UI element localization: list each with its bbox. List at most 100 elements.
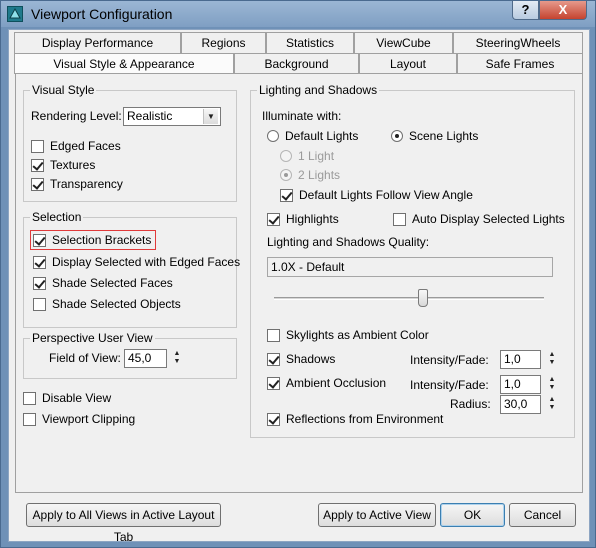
ao-intensity-input[interactable]: 1,0 bbox=[500, 375, 541, 394]
checkbox-box bbox=[33, 276, 46, 290]
lighting-quality-label: Lighting and Shadows Quality: bbox=[267, 235, 430, 249]
checkbox-box bbox=[33, 297, 46, 311]
checkbox-box bbox=[393, 212, 406, 226]
rendering-level-label: Rendering Level: bbox=[31, 109, 122, 123]
selection-group: Selection Selection Brackets Display Sel… bbox=[23, 210, 240, 328]
visual-style-panel: Visual Style Rendering Level: Realistic … bbox=[15, 73, 583, 493]
lighting-quality-value: 1.0X - Default bbox=[271, 260, 345, 274]
shade-selected-objects-checkbox[interactable]: Shade Selected Objects bbox=[33, 297, 181, 311]
field-of-view-label: Field of View: bbox=[49, 351, 121, 365]
radio-circle bbox=[267, 130, 279, 142]
checkbox-label: Display Selected with Edged Faces bbox=[52, 255, 241, 269]
tab-regions[interactable]: Regions bbox=[181, 32, 266, 53]
visual-style-group: Visual Style Rendering Level: Realistic … bbox=[23, 83, 237, 202]
display-selected-edged-faces-checkbox[interactable]: Display Selected with Edged Faces bbox=[33, 255, 240, 269]
default-lights-follow-view-angle-checkbox[interactable]: Default Lights Follow View Angle bbox=[280, 188, 473, 202]
help-button[interactable]: ? bbox=[512, 1, 539, 20]
checkbox-box bbox=[31, 177, 44, 191]
chevron-down-icon: ▼ bbox=[203, 109, 218, 124]
ao-intensity-label: Intensity/Fade: bbox=[410, 378, 489, 392]
group-legend: Perspective User View bbox=[30, 331, 155, 345]
checkbox-label: Shade Selected Objects bbox=[52, 297, 181, 311]
checkbox-label: Edged Faces bbox=[50, 139, 121, 153]
reflections-environment-checkbox[interactable]: Reflections from Environment bbox=[267, 412, 443, 426]
radio-circle bbox=[391, 130, 403, 142]
ao-radius-input[interactable]: 30,0 bbox=[500, 395, 541, 414]
shadows-intensity-input[interactable]: 1,0 bbox=[500, 350, 541, 369]
tab-safe-frames[interactable]: Safe Frames bbox=[457, 53, 583, 74]
checkbox-box bbox=[280, 188, 293, 202]
auto-display-selected-lights-checkbox[interactable]: Auto Display Selected Lights bbox=[393, 212, 565, 226]
shadows-checkbox[interactable]: Shadows bbox=[267, 352, 335, 366]
field-of-view-spinner[interactable]: ▲ ▼ bbox=[172, 350, 182, 367]
checkbox-label: Selection Brackets bbox=[52, 233, 152, 247]
checkbox-label: Viewport Clipping bbox=[42, 412, 136, 426]
help-icon: ? bbox=[521, 2, 530, 17]
apply-to-all-views-button[interactable]: Apply to All Views in Active Layout Tab bbox=[26, 503, 221, 544]
radio-circle bbox=[280, 150, 292, 162]
radio-label: Default Lights bbox=[285, 129, 359, 143]
checkbox-box bbox=[23, 412, 36, 426]
ao-radius-label: Radius: bbox=[450, 397, 491, 411]
tab-background[interactable]: Background bbox=[234, 53, 359, 74]
window-title: Viewport Configuration bbox=[31, 6, 173, 22]
lighting-quality-slider-thumb[interactable] bbox=[417, 289, 428, 307]
rendering-level-dropdown[interactable]: Realistic ▼ bbox=[123, 107, 221, 126]
textures-checkbox[interactable]: Textures bbox=[31, 158, 95, 172]
viewport-clipping-checkbox[interactable]: Viewport Clipping bbox=[23, 412, 135, 426]
title-bar[interactable]: Viewport Configuration ? X bbox=[1, 1, 595, 27]
default-lights-radio[interactable]: Default Lights bbox=[267, 129, 358, 143]
two-lights-radio[interactable]: 2 Lights bbox=[280, 168, 340, 182]
ao-radius-spinner[interactable]: ▲ ▼ bbox=[547, 396, 557, 413]
transparency-checkbox[interactable]: Transparency bbox=[31, 177, 123, 191]
close-icon: X bbox=[558, 2, 568, 17]
checkbox-box bbox=[267, 376, 280, 390]
group-legend: Selection bbox=[30, 210, 84, 224]
rendering-level-value: Realistic bbox=[127, 109, 173, 123]
apply-to-active-view-button[interactable]: Apply to Active View bbox=[318, 503, 436, 527]
lighting-quality-slider-track[interactable] bbox=[274, 297, 544, 300]
tab-viewcube[interactable]: ViewCube bbox=[354, 32, 453, 53]
disable-view-checkbox[interactable]: Disable View bbox=[23, 391, 111, 405]
ambient-occlusion-checkbox[interactable]: Ambient Occlusion bbox=[267, 376, 386, 390]
checkbox-box bbox=[31, 158, 44, 172]
radio-label: 1 Light bbox=[298, 149, 335, 163]
tab-statistics[interactable]: Statistics bbox=[266, 32, 354, 53]
checkbox-label: Transparency bbox=[50, 177, 123, 191]
radio-label: Scene Lights bbox=[409, 129, 479, 143]
checkbox-box bbox=[267, 352, 280, 366]
tab-steeringwheels[interactable]: SteeringWheels bbox=[453, 32, 583, 53]
viewport-configuration-dialog: Viewport Configuration ? X Display Perfo… bbox=[0, 0, 596, 548]
tab-visual-style-appearance[interactable]: Visual Style & Appearance bbox=[14, 53, 234, 74]
checkbox-box bbox=[267, 328, 280, 342]
group-legend: Visual Style bbox=[30, 83, 97, 97]
checkbox-label: Skylights as Ambient Color bbox=[286, 328, 429, 342]
shade-selected-faces-checkbox[interactable]: Shade Selected Faces bbox=[33, 276, 173, 290]
checkbox-box bbox=[23, 391, 36, 405]
checkbox-label: Shade Selected Faces bbox=[52, 276, 173, 290]
tab-display-performance[interactable]: Display Performance bbox=[14, 32, 181, 53]
checkbox-label: Highlights bbox=[286, 212, 339, 226]
lighting-shadows-group: Lighting and Shadows Illuminate with: De… bbox=[250, 83, 575, 438]
checkbox-label: Default Lights Follow View Angle bbox=[299, 188, 473, 202]
close-button[interactable]: X bbox=[539, 1, 587, 20]
dialog-client-area: Display Performance Regions Statistics V… bbox=[8, 29, 590, 544]
skylights-ambient-checkbox[interactable]: Skylights as Ambient Color bbox=[267, 328, 429, 342]
cancel-button[interactable]: Cancel bbox=[509, 503, 576, 527]
ao-intensity-spinner[interactable]: ▲ ▼ bbox=[547, 376, 557, 393]
shadows-intensity-label: Intensity/Fade: bbox=[410, 353, 489, 367]
ok-button[interactable]: OK bbox=[440, 503, 505, 527]
tab-layout[interactable]: Layout bbox=[359, 53, 457, 74]
one-light-radio[interactable]: 1 Light bbox=[280, 149, 334, 163]
shadows-intensity-spinner[interactable]: ▲ ▼ bbox=[547, 351, 557, 368]
checkbox-label: Disable View bbox=[42, 391, 112, 405]
scene-lights-radio[interactable]: Scene Lights bbox=[391, 129, 478, 143]
highlights-checkbox[interactable]: Highlights bbox=[267, 212, 339, 226]
selection-brackets-checkbox[interactable]: Selection Brackets bbox=[33, 233, 151, 247]
edged-faces-checkbox[interactable]: Edged Faces bbox=[31, 139, 121, 153]
ao-radius-value: 30,0 bbox=[504, 397, 528, 411]
checkbox-box bbox=[267, 412, 280, 426]
radio-circle bbox=[280, 169, 292, 181]
field-of-view-value: 45,0 bbox=[128, 351, 152, 365]
field-of-view-input[interactable]: 45,0 bbox=[124, 349, 167, 368]
